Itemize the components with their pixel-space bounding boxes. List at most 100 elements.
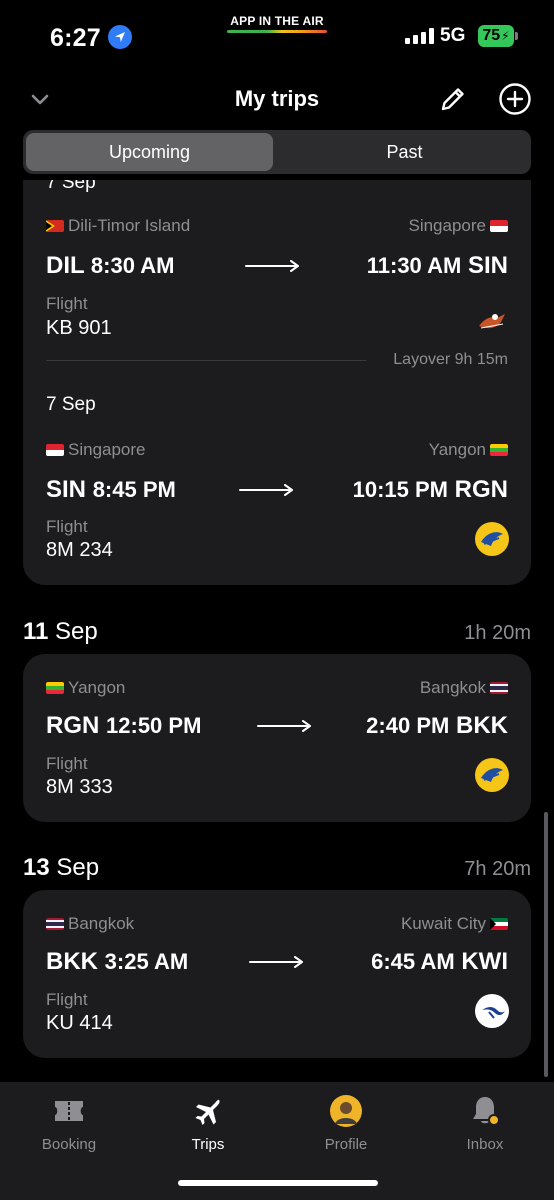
origin-city-name: Bangkok [68,914,135,933]
tab-inbox[interactable]: Inbox [435,1094,535,1153]
arrival-time: 10:15 PM [352,477,448,502]
origin-city: Yangon [46,678,125,698]
status-time: 6:27 [50,24,101,52]
app-banner-label: APP IN THE AIR [230,14,324,28]
app-banner[interactable]: APP IN THE AIR [227,14,327,33]
arrow-right-icon [249,956,303,968]
origin-code: SIN [46,476,87,503]
destination-city-name: Yangon [428,440,486,459]
flight-label: Flight [46,517,88,536]
departure-time: 3:25 AM [104,949,189,974]
arrival: 2:40 PM BKK [366,712,508,740]
airplane-icon [158,1094,258,1128]
trips-list[interactable]: 7 Sep Dili-Timor Island Singapore DIL 8:… [0,180,554,1080]
leg-date: 7 Sep [46,394,96,415]
tab-booking-label: Booking [41,1136,97,1153]
app-banner-bar [227,30,327,33]
tab-booking[interactable]: Booking [19,1094,119,1153]
airline-logo-icon [475,758,509,792]
flight-label: Flight [46,990,88,1009]
flag-singapore-icon [490,220,508,232]
arrival: 11:30 AM SIN [367,252,508,280]
arrival: 10:15 PM RGN [353,476,508,504]
destination-code: SIN [467,252,508,279]
date-month: Sep [55,618,98,645]
destination-city: Yangon [429,440,508,460]
arrow-right-icon [245,260,299,272]
arrival-time: 2:40 PM [366,713,450,738]
plus-circle-icon[interactable] [498,82,532,116]
scrollbar[interactable] [544,812,548,1077]
segment-past[interactable]: Past [281,133,528,171]
destination-city-name: Bangkok [419,678,486,697]
origin-code: RGN [46,712,100,739]
arrow-right-icon [239,484,293,496]
leg-date: 7 Sep [46,180,96,193]
tab-profile[interactable]: Profile [296,1094,396,1153]
header: My trips [0,78,554,122]
tab-bar: Booking Trips Profile Inbox [0,1082,554,1200]
origin-city: Bangkok [46,914,134,934]
destination-city: Singapore [408,216,508,236]
flight-label: Flight [46,294,88,313]
arrow-right-icon [257,720,311,732]
flag-timor-leste-icon [46,220,64,232]
destination-city-name: Kuwait City [400,914,486,933]
departure: RGN 12:50 PM [46,712,201,740]
network-label: 5G [440,25,466,46]
destination-code: BKK [456,712,508,739]
flag-thailand-icon [46,918,64,930]
arrival: 6:45 AM KWI [371,948,508,976]
trip-card[interactable]: Bangkok Kuwait City BKK 3:25 AM 6:45 AM … [23,890,531,1058]
date-header: 11 Sep [23,618,98,646]
origin-city: Singapore [46,440,146,460]
segment-upcoming[interactable]: Upcoming [26,133,273,171]
trip-card[interactable]: Yangon Bangkok RGN 12:50 PM 2:40 PM BKK … [23,654,531,822]
flag-myanmar-icon [490,444,508,456]
flag-kuwait-icon [490,918,508,930]
flag-myanmar-icon [46,682,64,694]
origin-city-name: Dili-Timor Island [68,216,191,235]
destination-city: Kuwait City [401,914,508,934]
airline-logo-icon [475,522,509,556]
tab-inbox-label: Inbox [466,1136,504,1153]
trip-duration: 7h 20m [464,858,531,880]
arrival-time: 6:45 AM [371,949,455,974]
date-day: 11 [23,618,49,645]
location-arrow-icon [108,25,132,49]
departure: BKK 3:25 AM [46,948,188,976]
departure-time: 8:30 AM [90,253,175,278]
arrival-time: 11:30 AM [366,253,462,278]
airline-logo-icon [475,304,509,338]
flight-number: KU 414 [46,1012,113,1034]
flag-singapore-icon [46,444,64,456]
flight-label: Flight [46,754,88,773]
date-month: Sep [56,854,100,881]
layover-duration: Layover 9h 15m [393,351,508,368]
bell-icon [435,1094,535,1128]
booking-ticket-icon [19,1094,119,1128]
origin-code: DIL [46,252,85,279]
trip-card[interactable]: 7 Sep Dili-Timor Island Singapore DIL 8:… [23,180,531,585]
departure-time: 12:50 PM [106,713,202,738]
date-day: 13 [23,854,50,881]
battery-level: 75 [482,27,501,44]
page-title: My trips [234,86,320,111]
flight-number: 8M 333 [46,776,113,798]
status-bar: 6:27 APP IN THE AIR 5G 75 ⚡ [0,0,554,70]
tab-trips-label: Trips [191,1136,225,1153]
origin-code: BKK [46,948,98,975]
airline-logo-icon [475,994,509,1028]
flag-thailand-icon [490,682,508,694]
destination-city: Bangkok [420,678,508,698]
tab-trips[interactable]: Trips [158,1094,258,1153]
pencil-icon[interactable] [438,84,468,114]
layover-divider [46,360,366,361]
date-header: 13 Sep [23,854,99,882]
destination-city-name: Singapore [408,216,486,235]
destination-code: RGN [454,476,508,503]
departure: SIN 8:45 PM [46,476,176,504]
flight-number: 8M 234 [46,539,113,561]
departure-time: 8:45 PM [92,477,176,502]
trips-segmented-control: Upcoming Past [23,130,531,174]
